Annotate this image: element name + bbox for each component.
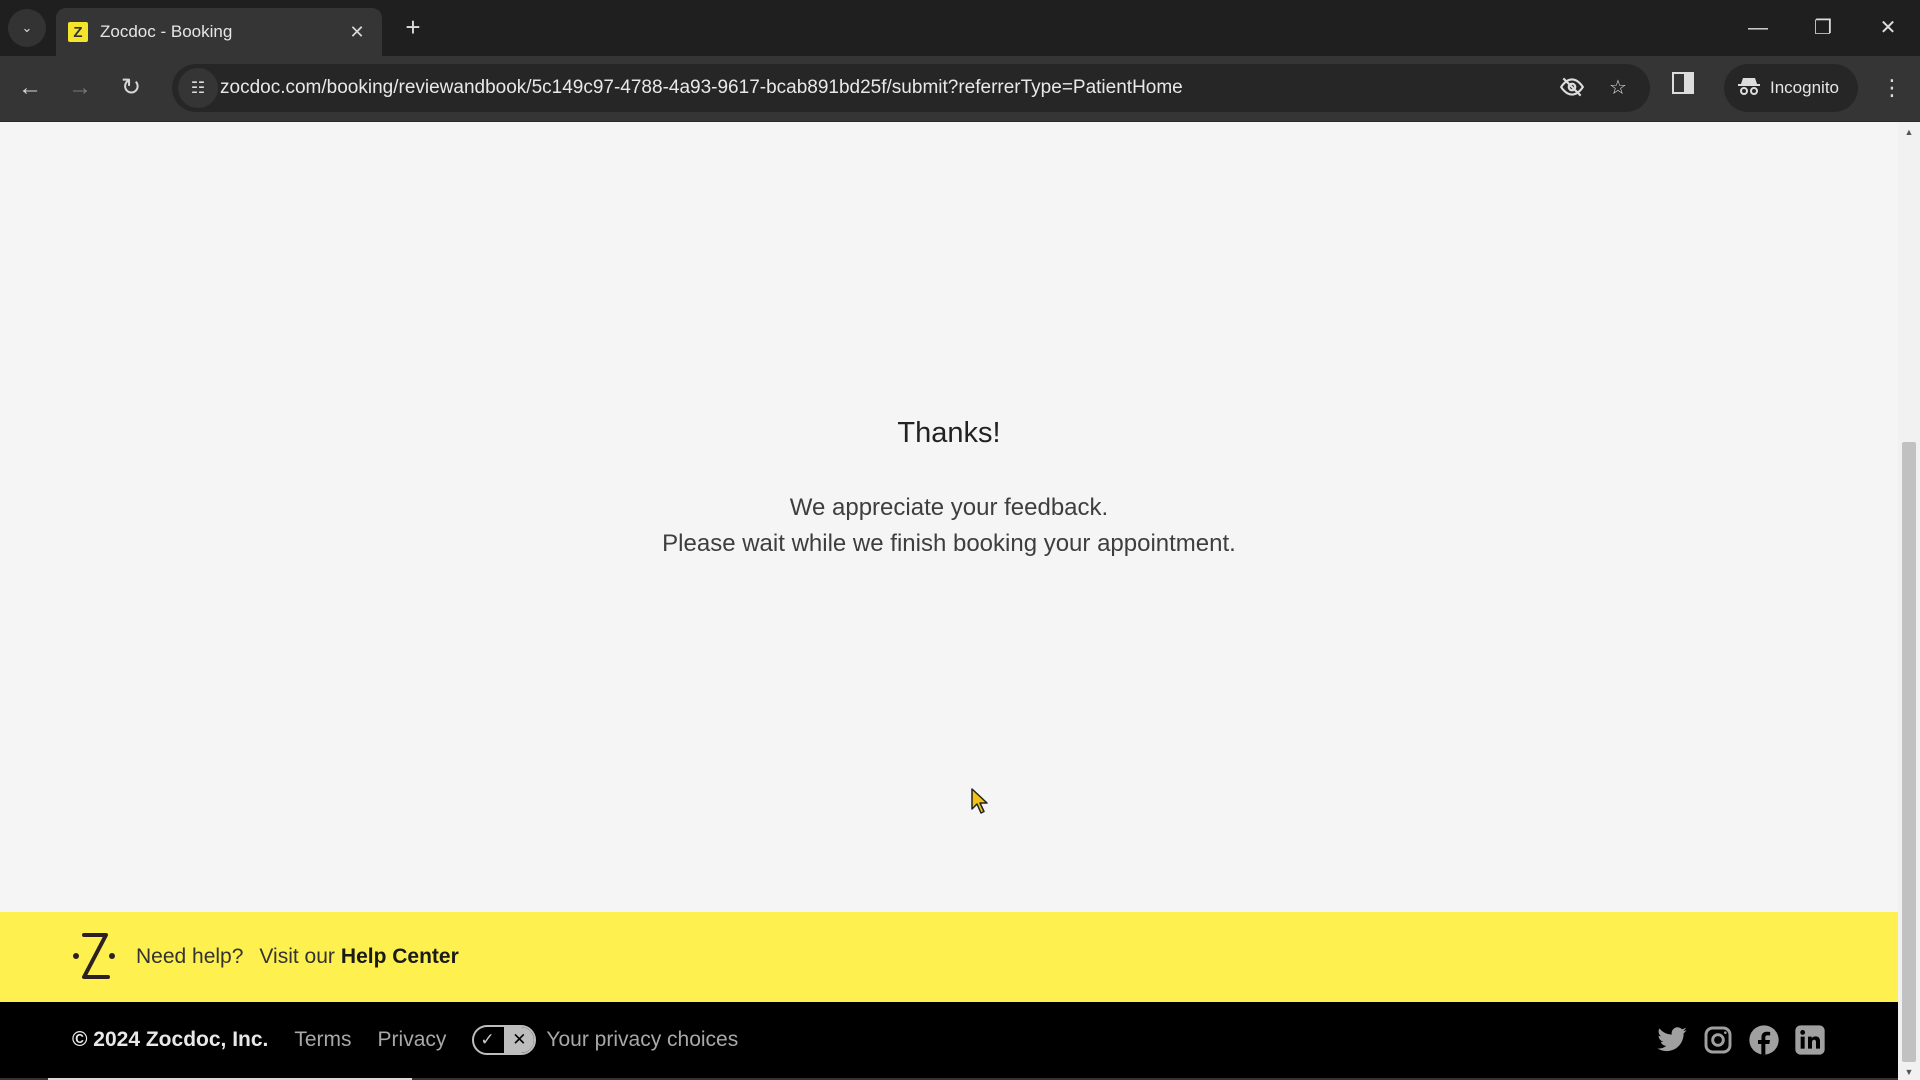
arrow-left-icon: ← [18,74,42,101]
restore-button[interactable]: ❐ [1803,10,1843,46]
tab-strip: ⌄ Z Zocdoc - Booking ✕ + — ❐ ✕ [0,0,1920,56]
vertical-scrollbar-thumb[interactable] [1902,442,1916,1062]
tune-icon: ☷ [190,80,206,97]
help-center-link[interactable]: Help Center [341,945,459,969]
privacy-choices-toggle-icon[interactable]: ✓ ✕ [472,1025,537,1055]
forward-button[interactable]: → [62,70,98,106]
incognito-indicator[interactable]: Incognito [1724,64,1858,112]
close-window-button[interactable]: ✕ [1868,10,1908,46]
scroll-down-arrow-icon[interactable]: ▼ [1898,1064,1920,1080]
more-vert-icon: ⋮ [1881,75,1903,100]
facebook-icon[interactable] [1748,1024,1780,1056]
booking-wait-message: Please wait while we finish booking your… [662,530,1236,557]
minimize-button[interactable]: — [1738,10,1778,46]
scroll-up-arrow-icon[interactable]: ▲ [1898,124,1920,140]
chevron-down-icon: ⌄ [21,20,33,35]
vertical-scrollbar[interactable]: ▲ ▼ [1898,122,1920,1080]
feedback-message: We appreciate your feedback. [789,494,1109,521]
zocdoc-favicon-icon: Z [68,22,88,42]
back-button[interactable]: ← [12,70,48,106]
browser-menu-button[interactable]: ⋮ [1878,72,1906,104]
page-title: Thanks! [897,417,1001,449]
reload-button[interactable]: ↻ [113,70,149,106]
terms-link[interactable]: Terms [294,1028,351,1052]
footer: © 2024 Zocdoc, Inc. Terms Privacy ✓ ✕ Yo… [0,1002,1898,1078]
reload-icon: ↻ [120,74,142,101]
tab-search-button[interactable]: ⌄ [8,9,46,47]
site-info-button[interactable]: ☷ [178,68,218,108]
page-viewport: Thanks! We appreciate your feedback. Ple… [0,122,1898,1080]
new-tab-button[interactable]: + [398,13,428,43]
bookmark-star-icon[interactable]: ☆ [1604,74,1632,102]
linkedin-icon[interactable] [1794,1024,1826,1056]
browser-tab-active[interactable]: Z Zocdoc - Booking ✕ [56,8,382,56]
tab-title: Zocdoc - Booking [100,22,233,41]
main-content: Thanks! We appreciate your feedback. Ple… [0,122,1898,912]
instagram-icon[interactable] [1702,1024,1734,1056]
arrow-right-icon: → [68,74,92,101]
social-links [1656,1024,1826,1056]
copyright-text: © 2024 Zocdoc, Inc. [72,1028,269,1051]
help-bar: Need help? Visit our Help Center [0,912,1898,1002]
incognito-label: Incognito [1770,78,1839,97]
address-bar[interactable]: ☷ zocdoc.com/booking/reviewandbook/5c149… [172,64,1650,112]
need-help-text: Need help? [136,945,244,968]
check-icon: ✓ [480,1030,495,1049]
browser-toolbar: ← → ↻ ☷ zocdoc.com/booking/reviewandbook… [0,56,1920,122]
side-panel-icon[interactable] [1672,72,1704,104]
mouse-cursor-icon [970,787,992,817]
eye-off-icon[interactable] [1558,74,1586,102]
zocdoc-logo-icon[interactable] [72,929,116,985]
close-tab-icon[interactable]: ✕ [346,22,368,43]
twitter-icon[interactable] [1656,1024,1688,1056]
url-text[interactable]: zocdoc.com/booking/reviewandbook/5c149c9… [220,64,1183,112]
incognito-icon [1738,76,1760,101]
x-icon: ✕ [504,1027,535,1053]
privacy-choices-link[interactable]: Your privacy choices [546,1028,738,1052]
visit-our-text: Visit our [259,945,335,968]
privacy-link[interactable]: Privacy [378,1028,447,1052]
